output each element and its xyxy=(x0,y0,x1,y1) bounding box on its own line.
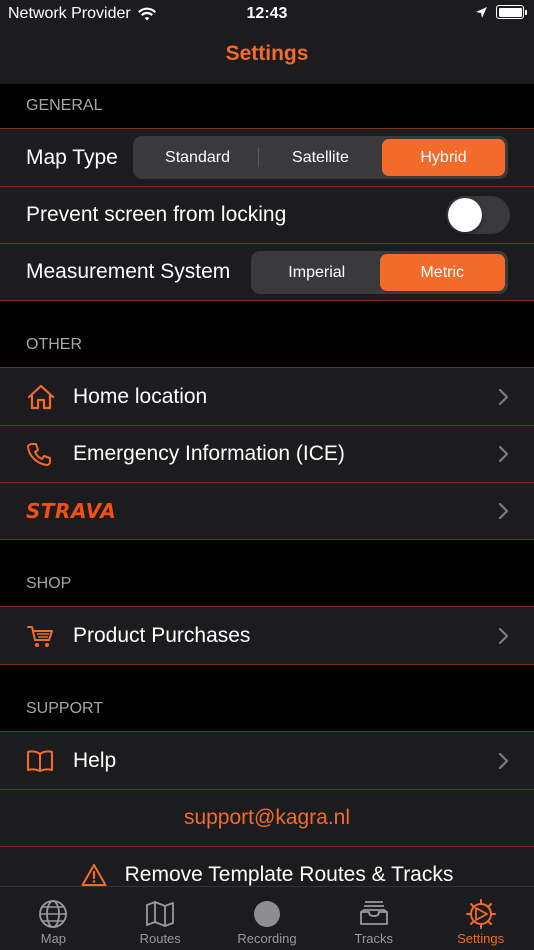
battery-icon xyxy=(496,5,527,19)
map-type-row: Map Type Standard Satellite Hybrid xyxy=(0,129,534,186)
chevron-right-icon xyxy=(498,502,509,520)
home-icon xyxy=(27,384,55,409)
emergency-info-row[interactable]: Emergency Information (ICE) xyxy=(0,425,534,482)
map-type-option-hybrid[interactable]: Hybrid xyxy=(382,139,505,176)
emergency-info-label: Emergency Information (ICE) xyxy=(73,442,345,465)
measurement-option-imperial[interactable]: Imperial xyxy=(254,254,380,291)
section-header-support: SUPPORT xyxy=(26,700,104,717)
phone-icon xyxy=(27,443,51,466)
strava-logo: STRAVA xyxy=(26,499,117,523)
tray-icon xyxy=(359,901,388,925)
tab-label: Map xyxy=(40,931,67,946)
home-location-row[interactable]: Home location xyxy=(0,368,534,425)
chevron-right-icon xyxy=(498,627,509,644)
tab-label: Settings xyxy=(457,931,505,946)
map-type-label: Map Type xyxy=(26,145,118,169)
page-title: Settings xyxy=(225,42,309,65)
measurement-segmented-control: Imperial Metric xyxy=(251,251,508,294)
tab-bar: Map Routes Recording Tracks Settings xyxy=(0,886,534,950)
prevent-lock-toggle[interactable] xyxy=(446,196,510,234)
tab-recording[interactable]: Recording xyxy=(214,887,321,950)
remove-templates-label: Remove Template Routes & Tracks xyxy=(124,863,454,886)
chevron-right-icon xyxy=(498,445,509,463)
top-bar: Network Provider 12:43 Settings xyxy=(0,0,534,84)
measurement-option-metric[interactable]: Metric xyxy=(379,254,505,291)
status-bar: Network Provider 12:43 xyxy=(0,0,534,30)
prevent-lock-row: Prevent screen from locking xyxy=(0,186,534,243)
status-time: 12:43 xyxy=(246,5,288,22)
chevron-right-icon xyxy=(498,388,509,405)
prevent-lock-label: Prevent screen from locking xyxy=(26,203,287,226)
tab-routes[interactable]: Routes xyxy=(107,887,214,950)
cart-icon xyxy=(27,625,53,647)
book-icon xyxy=(27,749,53,772)
help-row[interactable]: Help xyxy=(0,732,534,789)
support-group: Help support@kagra.nl Remove Template Ro… xyxy=(0,731,534,904)
toggle-knob xyxy=(448,198,482,232)
other-group: Home location Emergency Information (ICE… xyxy=(0,367,534,540)
tab-label: Routes xyxy=(139,931,181,946)
map-icon xyxy=(146,901,175,927)
strava-row[interactable]: STRAVA xyxy=(0,482,534,539)
product-purchases-row[interactable]: Product Purchases xyxy=(0,607,534,664)
chevron-right-icon xyxy=(498,752,509,769)
general-group: Map Type Standard Satellite Hybrid Preve… xyxy=(0,128,534,301)
support-email-link[interactable]: support@kagra.nl xyxy=(184,806,350,830)
map-type-segmented-control: Standard Satellite Hybrid xyxy=(133,136,508,179)
record-icon xyxy=(253,901,280,927)
globe-icon xyxy=(39,900,68,928)
home-location-label: Home location xyxy=(73,384,208,408)
measurement-row: Measurement System Imperial Metric xyxy=(0,243,534,300)
location-arrow-icon xyxy=(476,6,487,18)
tab-label: Recording xyxy=(237,931,297,946)
map-type-option-satellite[interactable]: Satellite xyxy=(259,139,382,176)
measurement-label: Measurement System xyxy=(26,260,231,283)
shop-group: Product Purchases xyxy=(0,606,534,665)
section-header-other: OTHER xyxy=(26,336,82,353)
tab-map[interactable]: Map xyxy=(0,887,107,950)
product-purchases-label: Product Purchases xyxy=(73,623,251,647)
tab-label: Tracks xyxy=(354,931,394,946)
map-type-option-standard[interactable]: Standard xyxy=(136,139,259,176)
support-email-row[interactable]: support@kagra.nl xyxy=(0,789,534,846)
tab-tracks[interactable]: Tracks xyxy=(320,887,427,950)
section-header-shop: SHOP xyxy=(26,575,72,592)
section-header-general: GENERAL xyxy=(26,97,103,114)
warning-icon xyxy=(81,864,107,886)
tab-settings[interactable]: Settings xyxy=(427,887,534,950)
help-label: Help xyxy=(73,748,117,772)
settings-screen: Network Provider 12:43 Settings GENERAL … xyxy=(0,0,534,950)
settings-icon xyxy=(465,899,496,929)
